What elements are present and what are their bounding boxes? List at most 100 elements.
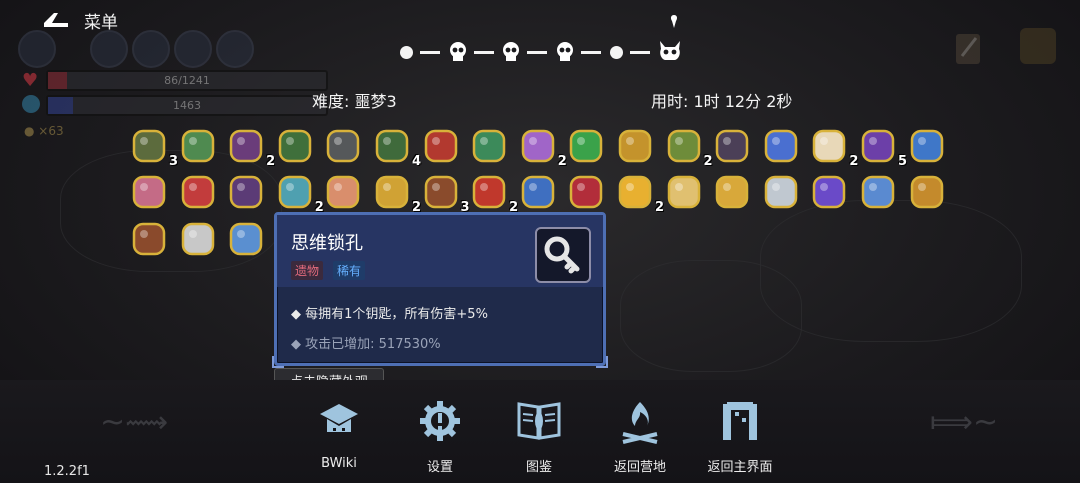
nav-settings[interactable]: 设置 bbox=[405, 398, 475, 475]
candy-corn-icon bbox=[618, 175, 652, 209]
item-slot-purple-crystal[interactable]: 2 bbox=[519, 127, 567, 169]
skill-slot bbox=[132, 30, 170, 68]
coin-counter: ● ×63 bbox=[24, 124, 64, 138]
item-count: 5 bbox=[897, 154, 907, 169]
item-slot-gold-bell[interactable]: 2 bbox=[373, 173, 421, 215]
gold-bell-icon bbox=[375, 175, 409, 209]
item-slot-green-branch[interactable]: 2 bbox=[665, 127, 713, 169]
white-feather-icon bbox=[813, 129, 846, 163]
gate-icon bbox=[723, 402, 757, 440]
stage-progress-path bbox=[392, 38, 692, 68]
item-slot-green-scroll[interactable] bbox=[179, 127, 217, 165]
item-slot-red-amulet[interactable] bbox=[179, 173, 217, 211]
pause-button[interactable] bbox=[1020, 28, 1056, 64]
item-slot-green-ufo[interactable] bbox=[470, 127, 508, 165]
green-trousers-icon bbox=[375, 129, 409, 163]
skull-mask-icon bbox=[132, 129, 166, 163]
red-wand-icon bbox=[424, 129, 457, 163]
journal-icon bbox=[956, 34, 980, 64]
gold-map-icon bbox=[910, 175, 943, 209]
stage-node-icon bbox=[400, 46, 413, 59]
magnifier-icon bbox=[229, 222, 263, 256]
book-icon bbox=[517, 402, 561, 440]
coin-count: ×63 bbox=[38, 124, 64, 138]
gear-icon bbox=[420, 401, 460, 441]
version-label: 1.2.2f1 bbox=[44, 464, 90, 479]
item-slot-gold-crown-leaves[interactable] bbox=[713, 173, 751, 211]
item-slot-blue-hook[interactable] bbox=[859, 173, 897, 211]
elapsed-time: 用时: 1时 12分 2秒 bbox=[651, 92, 793, 111]
red-snake-icon bbox=[570, 175, 603, 209]
path-connector bbox=[474, 51, 494, 54]
item-slot-green-crystal[interactable] bbox=[567, 127, 605, 165]
blue-hook-icon bbox=[861, 175, 895, 209]
item-slot-demon-head[interactable]: 2 bbox=[470, 173, 518, 215]
item-type-badge: 遗物 bbox=[291, 261, 324, 280]
item-slot-stone-mask[interactable] bbox=[324, 127, 362, 165]
item-slot-bee-wings[interactable] bbox=[665, 173, 703, 211]
path-connector bbox=[420, 51, 440, 54]
item-count: 3 bbox=[168, 154, 178, 169]
nav-label: 图鉴 bbox=[525, 460, 552, 475]
nav-bwiki[interactable]: BWiki bbox=[304, 398, 374, 471]
item-count: 2 bbox=[849, 154, 859, 169]
nav-label: 返回营地 bbox=[613, 460, 666, 475]
item-slot-blue-scope[interactable] bbox=[519, 173, 557, 211]
hp-bar: 86/1241 bbox=[46, 70, 328, 91]
skull-icon bbox=[557, 42, 573, 61]
item-slot-silver-key[interactable] bbox=[179, 220, 217, 258]
menu-label: 菜单 bbox=[84, 13, 118, 33]
item-slot-wood-crate[interactable] bbox=[130, 220, 168, 258]
fist-icon bbox=[424, 175, 457, 209]
skill-slot bbox=[90, 30, 128, 68]
tooltip-corner bbox=[596, 356, 608, 368]
item-tooltip: 思维锁孔 遗物 稀有 ◆ 每拥有1个钥匙，所有伤害+5% ◆ 攻击已增加: 51… bbox=[272, 212, 608, 368]
shield-icon bbox=[22, 95, 40, 113]
item-slot-white-feather[interactable]: 2 bbox=[810, 127, 858, 169]
item-slot-wizard-hat[interactable]: 5 bbox=[859, 127, 907, 169]
back-arrow-icon bbox=[44, 12, 68, 27]
item-slot-pink-egg[interactable] bbox=[324, 173, 362, 211]
item-slot-hook-arrow[interactable] bbox=[762, 173, 800, 211]
path-connector bbox=[630, 51, 650, 54]
item-slot-bat-wings[interactable] bbox=[713, 127, 751, 165]
item-slot-skull-mask[interactable]: 3 bbox=[130, 127, 178, 169]
item-slot-purple-cloak[interactable]: 2 bbox=[227, 127, 275, 169]
item-slot-magnifier[interactable] bbox=[227, 220, 265, 258]
item-slot-green-boot[interactable] bbox=[276, 127, 314, 165]
shield-bar: 1463 bbox=[46, 95, 328, 116]
item-slot-green-trousers[interactable]: 4 bbox=[373, 127, 421, 169]
nav-return-camp[interactable]: 返回营地 bbox=[605, 398, 675, 475]
tooltip-effect-text: 每拥有1个钥匙，所有伤害+5% bbox=[305, 307, 488, 322]
path-connector bbox=[527, 51, 547, 54]
gem-cube-icon bbox=[278, 175, 312, 209]
skull-icon bbox=[503, 42, 519, 61]
skill-slot bbox=[174, 30, 212, 68]
skill-slot bbox=[18, 30, 56, 68]
nav-return-main[interactable]: 返回主界面 bbox=[705, 398, 775, 475]
path-connector bbox=[581, 51, 601, 54]
demon-head-icon bbox=[472, 175, 506, 209]
nav-label: 返回主界面 bbox=[707, 460, 773, 475]
item-slot-gem-cube[interactable]: 2 bbox=[276, 173, 324, 215]
item-slot-fist[interactable]: 3 bbox=[422, 173, 470, 215]
item-slot-brain[interactable] bbox=[130, 173, 168, 211]
purple-boot-icon bbox=[813, 175, 846, 209]
blue-orb-icon bbox=[910, 129, 943, 163]
item-slot-blue-orb[interactable] bbox=[908, 127, 946, 165]
item-slot-purple-robe[interactable] bbox=[227, 173, 265, 211]
item-slot-gold-map[interactable] bbox=[908, 173, 946, 211]
tooltip-effect: ◆ 每拥有1个钥匙，所有伤害+5% bbox=[291, 307, 488, 322]
tooltip-corner bbox=[272, 356, 284, 368]
nav-codex[interactable]: 图鉴 bbox=[504, 398, 574, 475]
green-ufo-icon bbox=[472, 129, 506, 163]
item-slot-red-snake[interactable] bbox=[567, 173, 605, 211]
item-slot-gold-leaf[interactable] bbox=[616, 127, 654, 165]
graduation-cap-icon bbox=[320, 404, 358, 432]
item-slot-red-wand[interactable] bbox=[422, 127, 460, 165]
item-slot-blue-potion[interactable] bbox=[762, 127, 800, 165]
tooltip-stat: ◆ 攻击已增加: 517530% bbox=[291, 337, 441, 352]
item-count: 2 bbox=[703, 154, 713, 169]
item-slot-candy-corn[interactable]: 2 bbox=[616, 173, 664, 215]
item-slot-purple-boot[interactable] bbox=[810, 173, 848, 211]
